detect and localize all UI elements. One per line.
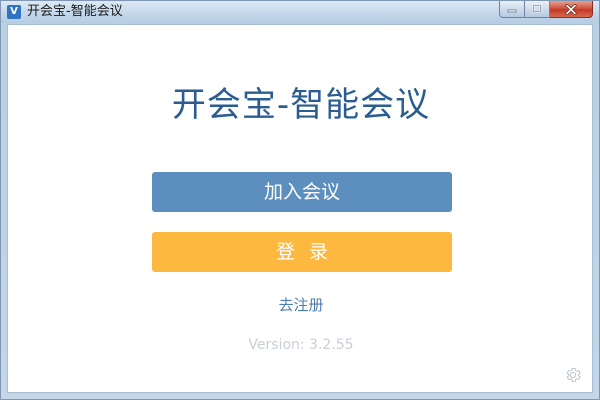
- close-button[interactable]: [550, 1, 593, 18]
- login-button[interactable]: 登录: [152, 232, 452, 272]
- maximize-icon: [532, 4, 542, 13]
- app-title: 开会宝-智能会议: [171, 85, 431, 125]
- app-window: V 开会宝-智能会议 开会宝-智能会议 加入会议 登录 去注册 Version:…: [0, 0, 600, 400]
- register-link[interactable]: 去注册: [8, 295, 594, 315]
- join-meeting-button[interactable]: 加入会议: [152, 172, 452, 212]
- app-logo-icon: V: [7, 5, 21, 19]
- window-caption-buttons: [499, 1, 593, 19]
- gear-icon[interactable]: [564, 366, 582, 384]
- title-bar[interactable]: V 开会宝-智能会议: [1, 1, 599, 23]
- minimize-icon: [507, 9, 517, 13]
- minimize-button[interactable]: [499, 1, 525, 18]
- maximize-button[interactable]: [525, 1, 550, 18]
- version-label: Version: 3.2.55: [248, 337, 354, 353]
- main-panel: 开会宝-智能会议 加入会议 登录 去注册 Version: 3.2.55: [7, 24, 593, 393]
- close-icon: [565, 3, 577, 15]
- window-title: 开会宝-智能会议: [27, 4, 123, 19]
